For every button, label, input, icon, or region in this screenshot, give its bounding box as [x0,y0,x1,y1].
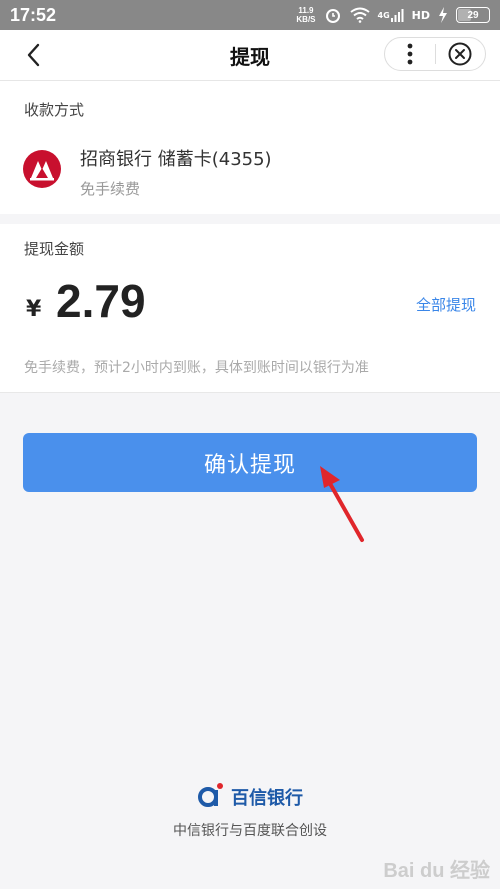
withdraw-amount-label: 提现金额 [24,240,85,258]
close-icon [448,42,472,66]
more-icon [407,43,413,65]
charging-icon [438,7,448,23]
nav-bar: 提现 [0,30,500,81]
status-time: 17:52 [10,4,57,25]
arrival-time-note: 免手续费，预计2小时内到账，具体到账时间以银行为准 [24,360,369,376]
footer-brand-name: 百信银行 [231,788,303,809]
amount-input[interactable]: 2.79 [56,274,146,328]
battery-level: 29 [467,9,479,21]
cellular-signal-icon: 4G [378,8,404,22]
payment-method-label: 收款方式 [24,101,85,119]
status-icons: 11.9 KB/S 4G HD 29 [296,6,490,24]
confirm-withdraw-button[interactable]: 确认提现 [23,433,477,492]
hd-icon: HD [411,8,430,22]
cmb-bank-logo-icon [22,149,62,189]
payment-method-section[interactable]: 收款方式 招商银行 储蓄卡(4355) 免手续费 [0,81,500,214]
page-title: 提现 [230,44,270,69]
footer-tagline: 中信银行与百度联合创设 [173,823,327,839]
battery-icon: 29 [456,7,490,23]
alarm-icon [324,6,342,24]
back-icon[interactable] [22,42,48,68]
mini-program-capsule [384,37,486,71]
bank-fee-note: 免手续费 [80,180,141,198]
aibank-logo-icon [197,782,225,812]
bank-card-name: 招商银行 储蓄卡(4355) [80,149,272,170]
footer-brand: 百信银行 [0,782,500,812]
more-menu-button[interactable] [385,38,435,70]
withdraw-amount-section: 提现金额 ¥ 2.79 全部提现 免手续费，预计2小时内到账，具体到账时间以银行… [0,224,500,393]
status-bar: 17:52 11.9 KB/S 4G HD 29 [0,0,500,30]
annotation-arrow-icon [310,462,370,544]
baidu-watermark: Bai du 经验 [383,860,490,882]
wifi-icon [349,7,370,23]
network-speed-unit: KB/S [296,15,316,24]
signal-label: 4G [377,10,390,20]
close-button[interactable] [436,38,486,70]
network-speed-value: 11.9 [298,6,314,15]
currency-symbol: ¥ [26,297,42,322]
withdraw-all-link[interactable]: 全部提现 [416,294,476,315]
network-speed: 11.9 KB/S [296,6,315,24]
